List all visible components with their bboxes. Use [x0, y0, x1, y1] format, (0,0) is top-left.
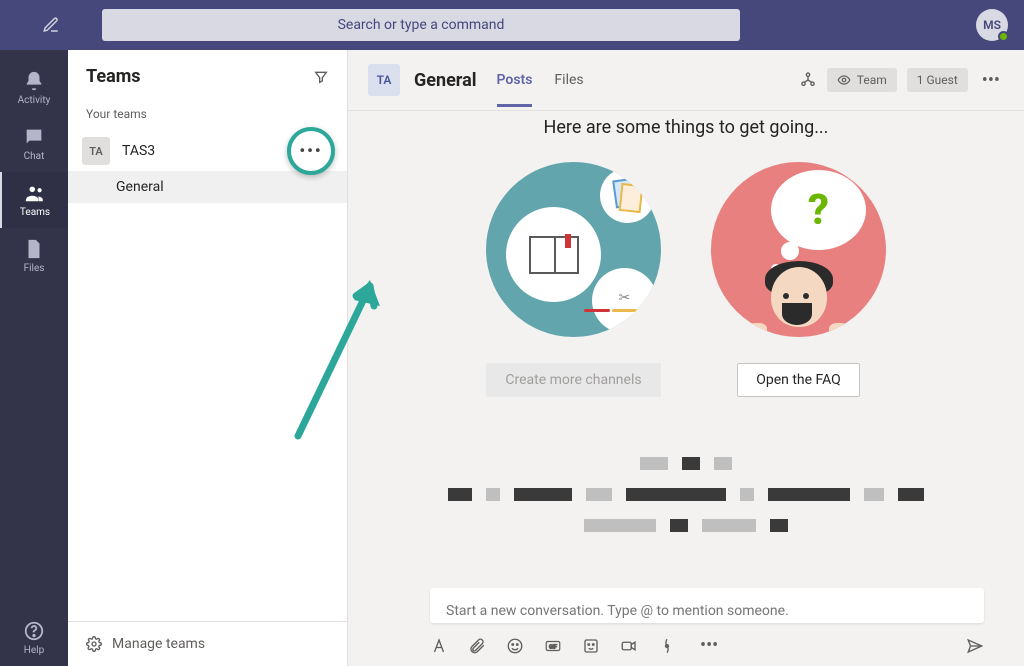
- compose-more-button[interactable]: •••: [696, 635, 722, 656]
- question-mark-icon: ?: [808, 186, 829, 235]
- card-open-faq: ? Open the FAQ: [711, 162, 886, 397]
- org-icon[interactable]: [799, 71, 817, 89]
- rail-teams[interactable]: Teams: [0, 172, 68, 228]
- create-channels-button[interactable]: Create more channels: [486, 363, 660, 397]
- tab-files[interactable]: Files: [554, 68, 583, 107]
- compose-icon: [42, 16, 60, 34]
- compose-toolbar: GIF •••: [348, 629, 1024, 666]
- app-rail: Activity Chat Teams Files Help: [0, 50, 68, 666]
- help-icon: [23, 620, 45, 642]
- channel-title: General: [414, 70, 477, 91]
- team-row[interactable]: TA TAS3 •••: [68, 131, 347, 171]
- faq-illustration: ?: [711, 162, 886, 337]
- teams-icon: [24, 182, 46, 204]
- gif-icon[interactable]: GIF: [544, 637, 562, 655]
- rail-chat[interactable]: Chat: [0, 116, 68, 172]
- rail-help[interactable]: Help: [0, 610, 68, 666]
- get-going-heading: Here are some things to get going...: [544, 117, 829, 138]
- guest-count-badge[interactable]: 1 Guest: [907, 68, 968, 92]
- current-user-avatar[interactable]: MS: [976, 9, 1008, 41]
- channels-illustration: ✂: [486, 162, 661, 337]
- sticker-icon[interactable]: [582, 637, 600, 655]
- presence-available-icon: [998, 31, 1009, 42]
- tab-posts[interactable]: Posts: [497, 68, 533, 107]
- emoji-icon[interactable]: [506, 637, 524, 655]
- attach-icon[interactable]: [468, 637, 486, 655]
- channel-view: TA General Posts Files Team 1 Guest ••• …: [348, 50, 1024, 666]
- redacted-post: [448, 457, 924, 532]
- open-faq-button[interactable]: Open the FAQ: [737, 363, 860, 397]
- meet-now-icon[interactable]: [620, 637, 638, 655]
- svg-text:GIF: GIF: [549, 644, 557, 650]
- filter-icon[interactable]: [313, 69, 329, 85]
- search-input[interactable]: Search or type a command: [102, 9, 740, 41]
- bell-icon: [23, 70, 45, 92]
- file-icon: [23, 238, 45, 260]
- eye-icon: [837, 73, 851, 87]
- gear-icon: [86, 636, 102, 652]
- teams-panel: Teams Your teams TA TAS3 ••• General Man…: [68, 50, 348, 666]
- channel-tile: TA: [368, 64, 400, 96]
- stream-icon[interactable]: [658, 637, 676, 655]
- card-create-channels: ✂ Create more channels: [486, 162, 661, 397]
- chat-icon: [23, 126, 45, 148]
- privacy-team-badge[interactable]: Team: [827, 68, 897, 92]
- teams-title: Teams: [86, 66, 141, 87]
- compose-input[interactable]: [446, 603, 968, 619]
- channel-general[interactable]: General: [68, 171, 347, 203]
- manage-teams-button[interactable]: Manage teams: [68, 621, 347, 666]
- rail-files[interactable]: Files: [0, 228, 68, 284]
- send-icon[interactable]: [966, 637, 984, 655]
- compose-new-button[interactable]: [16, 16, 86, 34]
- channel-header: TA General Posts Files Team 1 Guest •••: [348, 50, 1024, 111]
- team-more-options-button[interactable]: •••: [287, 127, 335, 175]
- top-bar: Search or type a command MS: [0, 0, 1024, 50]
- team-name: TAS3: [122, 143, 155, 159]
- team-tile: TA: [82, 137, 110, 165]
- search-placeholder: Search or type a command: [338, 17, 505, 33]
- compose-box[interactable]: [430, 588, 984, 623]
- format-icon[interactable]: [430, 637, 448, 655]
- channel-more-button[interactable]: •••: [978, 70, 1004, 91]
- rail-activity[interactable]: Activity: [0, 60, 68, 116]
